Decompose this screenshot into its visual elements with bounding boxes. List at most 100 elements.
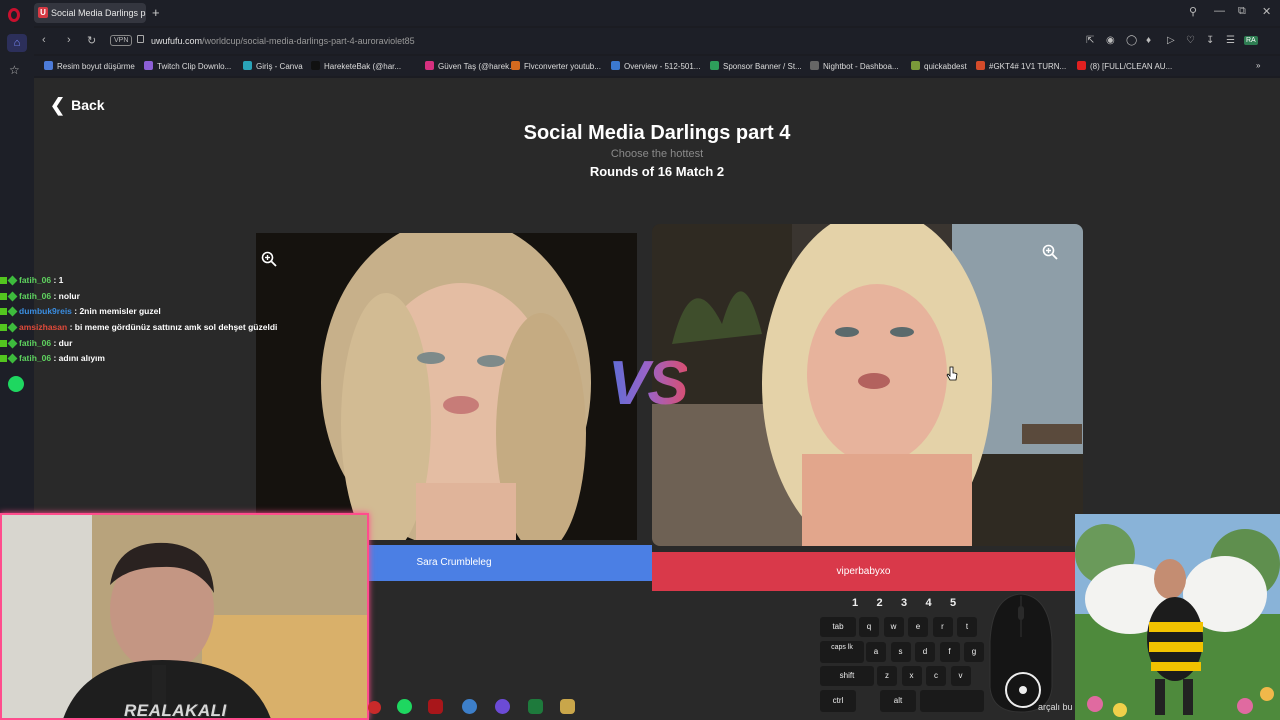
zoom-in-icon[interactable]: [261, 251, 283, 273]
heart-icon[interactable]: ♡: [1186, 35, 1195, 46]
bookmark-favicon-icon: [911, 61, 920, 70]
new-tab-plus-icon[interactable]: +: [152, 5, 160, 20]
url-field[interactable]: uwufufu.com/worldcup/social-media-darlin…: [151, 36, 415, 46]
chat-badge-icon: [0, 292, 7, 300]
candidate-right-name-button[interactable]: viperbabyxo: [652, 552, 1075, 591]
chat-badge-icon: [7, 275, 18, 286]
opera-logo-icon[interactable]: [8, 8, 20, 22]
bookmark-item[interactable]: HareketeBak (@har...: [311, 61, 401, 71]
news-app-icon[interactable]: [428, 699, 443, 714]
menu-icon[interactable]: ☰: [1226, 35, 1235, 46]
bookmark-item[interactable]: Giriş - Canva: [243, 61, 303, 71]
key-f: f: [939, 642, 960, 662]
chat-text: : adını alıyım: [51, 353, 105, 364]
chat-username: dumbuk9reis: [19, 306, 72, 317]
candidate-left-photo: [256, 233, 637, 540]
bookmark-favicon-icon: [810, 61, 819, 70]
bookmark-item[interactable]: Güven Taş (@harek...: [425, 61, 516, 71]
league-icon[interactable]: [560, 699, 575, 714]
home-icon[interactable]: ⌂: [7, 34, 27, 52]
chat-badge-icon: [7, 322, 18, 333]
red-app-icon[interactable]: [368, 701, 381, 714]
restore-icon[interactable]: ⧉: [1238, 5, 1246, 18]
star-icon[interactable]: ☆: [9, 63, 20, 77]
bookmark-item[interactable]: Flvconverter youtub...: [511, 61, 601, 71]
key-d: d: [915, 642, 935, 662]
key-q: q: [859, 617, 879, 637]
tab-bar: U Social Media Darlings par + ⚲ — ⧉ ✕: [0, 0, 1280, 26]
chat-text: : nolur: [51, 290, 80, 301]
back-nav-icon[interactable]: ‹: [42, 34, 46, 46]
candidate-left-image[interactable]: [256, 233, 637, 540]
chat-text: : bi meme gördünüz sattınız amk sol dehş…: [67, 322, 278, 333]
key-alt: alt: [880, 690, 916, 712]
chat-message: amsizhasan : bi meme gördünüz sattınız a…: [0, 322, 300, 338]
bookmark-item[interactable]: #GKT4# 1V1 TURN...: [976, 61, 1066, 71]
key-z: z: [877, 666, 897, 686]
bookmarks-more-icon[interactable]: »: [1256, 61, 1260, 70]
tab-active[interactable]: U Social Media Darlings par: [34, 3, 146, 23]
share-icon[interactable]: ⇱: [1086, 35, 1094, 46]
key-3: 3: [900, 597, 908, 609]
reload-icon[interactable]: ↻: [87, 34, 96, 47]
bookmark-label: Sponsor Banner / St...: [723, 62, 802, 71]
key-x: x: [901, 666, 922, 686]
bookmark-item[interactable]: Nightbot - Dashboa...: [810, 61, 899, 71]
bookmark-label: Güven Taş (@harek...: [438, 62, 516, 71]
spotify-taskbar-icon[interactable]: [397, 699, 412, 714]
download-icon[interactable]: ↧: [1206, 35, 1214, 46]
bookmark-label: Twitch Clip Downlo...: [157, 62, 232, 71]
settings-app-icon[interactable]: [462, 699, 477, 714]
extension-icon[interactable]: ♦: [1146, 35, 1151, 46]
chat-badge-icon: [0, 277, 7, 284]
key-e: e: [908, 617, 928, 637]
bookmark-item[interactable]: quickabdest: [911, 61, 967, 71]
lock-icon[interactable]: [137, 35, 144, 43]
forward-nav-icon[interactable]: ›: [67, 34, 71, 46]
bookmark-label: Flvconverter youtub...: [524, 62, 601, 71]
search-icon[interactable]: ⚲: [1189, 5, 1197, 18]
back-button[interactable]: ❮ Back: [50, 94, 105, 115]
key-ctrl: ctrl: [820, 690, 856, 712]
candidate-right-image[interactable]: [652, 224, 1083, 546]
zoom-in-icon[interactable]: [1042, 244, 1064, 266]
chat-message: fatih_06 : 1: [0, 275, 300, 291]
minimize-icon[interactable]: —: [1214, 5, 1225, 17]
chat-badge-icon: [7, 306, 18, 317]
bookmarks-bar: Resim boyut düşürme Twitch Clip Downlo...…: [34, 56, 1280, 76]
chat-message: fatih_06 : dur: [0, 338, 300, 354]
player-icon[interactable]: ▷: [1167, 35, 1175, 46]
chevron-left-icon: ❮: [50, 95, 66, 115]
chat-username: amsizhasan: [19, 322, 68, 333]
vpn-badge[interactable]: VPN: [110, 35, 133, 46]
bookmark-favicon-icon: [976, 61, 985, 70]
chat-message: fatih_06 : adını alıyım: [0, 353, 300, 369]
key-2: 2: [876, 597, 883, 609]
bookmark-label: Giriş - Canva: [256, 62, 303, 71]
notepad-icon[interactable]: [528, 699, 543, 714]
bookmark-label: #GKT4# 1V1 TURN...: [989, 62, 1067, 71]
bookmark-item[interactable]: Overview - 512-501...: [611, 61, 700, 71]
bookmark-item[interactable]: Twitch Clip Downlo...: [144, 61, 231, 71]
key-5: 5: [949, 597, 957, 609]
bookmark-item[interactable]: Sponsor Banner / St...: [710, 61, 802, 71]
bookmark-item[interactable]: (8) [FULL/CLEAN AU...: [1077, 61, 1172, 71]
chat-username: fatih_06: [19, 275, 52, 285]
streamer-name-text: REALAKALI: [124, 701, 227, 720]
camera-icon[interactable]: ◉: [1106, 35, 1115, 46]
tab-title: Social Media Darlings par: [51, 8, 146, 18]
chat-badge-icon: [0, 339, 7, 347]
bookmark-favicon-icon: [311, 61, 320, 70]
discord-icon[interactable]: [495, 699, 510, 714]
shield-icon[interactable]: ◯: [1126, 35, 1137, 46]
chat-username: fatih_06: [19, 290, 52, 301]
round-label: Rounds of 16 Match 2: [589, 164, 725, 179]
bookmark-label: quickabdest: [924, 62, 967, 71]
profile-avatar[interactable]: RA: [1244, 36, 1258, 45]
close-icon[interactable]: ✕: [1262, 5, 1271, 18]
mouse-cursor-icon: [946, 366, 958, 381]
bookmark-item[interactable]: Resim boyut düşürme: [44, 61, 135, 71]
key-tab: tab: [820, 617, 856, 637]
key-caps-lock: caps lk: [820, 641, 864, 663]
bee-costume-overlay: [1075, 514, 1280, 720]
